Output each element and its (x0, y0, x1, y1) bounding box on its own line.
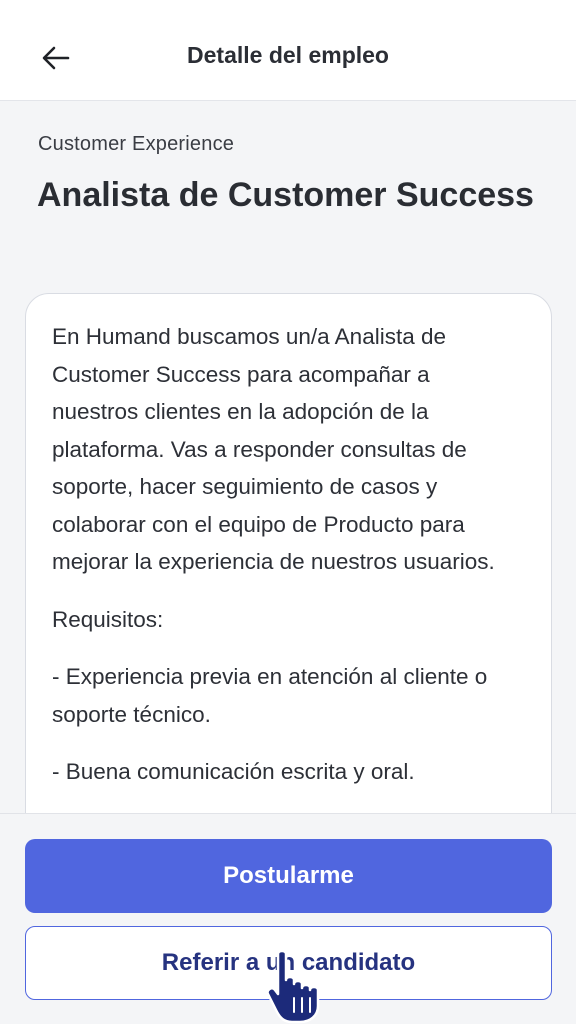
description-paragraph: En Humand buscamos un/a Analista de Cust… (52, 324, 495, 574)
job-title: Analista de Customer Success (37, 176, 534, 214)
top-app-bar: Detalle del empleo (0, 0, 576, 101)
scroll-content[interactable]: Customer Experience Analista de Customer… (0, 101, 576, 813)
job-description-card: En Humand buscamos un/a Analista de Cust… (25, 293, 552, 813)
job-detail-screen: Detalle del empleo Customer Experience A… (0, 0, 576, 1024)
apply-button[interactable]: Postularme (25, 839, 552, 913)
job-description: En Humand buscamos un/a Analista de Cust… (52, 318, 522, 811)
requirement-item: - Buena comunicación escrita y oral. (52, 759, 415, 784)
refer-candidate-button[interactable]: Referir a un candidato (25, 926, 552, 1000)
requirement-item: - Experiencia previa en atención al clie… (52, 664, 488, 727)
requirements-heading: Requisitos: (52, 606, 164, 632)
job-category: Customer Experience (38, 133, 235, 155)
bottom-action-bar: Postularme Referir a un candidato (0, 813, 576, 1024)
page-title: Detalle del empleo (187, 42, 389, 68)
